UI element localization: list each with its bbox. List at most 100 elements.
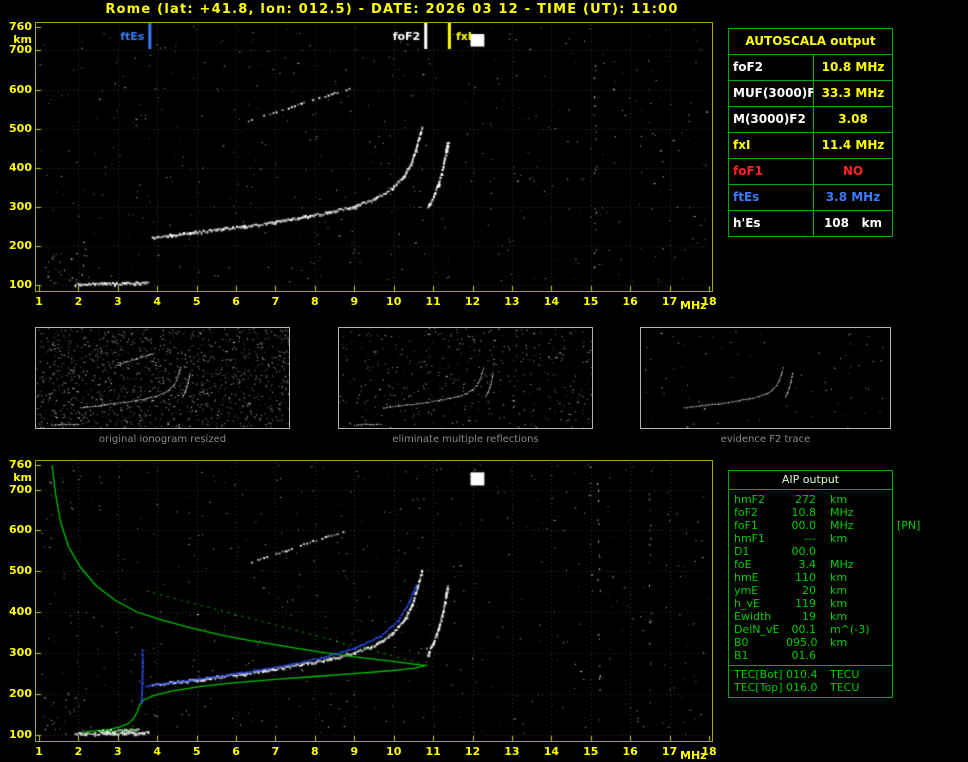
aip-parameter-label: foE bbox=[734, 558, 752, 571]
x-axis-unit-label: MHz bbox=[680, 749, 707, 762]
bottom-profile-plot bbox=[35, 460, 713, 742]
y-tick-label: 100 bbox=[9, 728, 32, 741]
autoscala-parameter-label: M(3000)F2 bbox=[729, 107, 814, 132]
y-tick-label: 400 bbox=[9, 605, 32, 619]
aip-parameter-value: 10.8 bbox=[791, 506, 817, 519]
aip-parameter-unit: TECU bbox=[830, 668, 860, 681]
autoscala-row: M(3000)F2 3.08 bbox=[729, 107, 892, 133]
aip-parameter-note: [PN] bbox=[897, 519, 921, 532]
autoscala-parameter-label: fxI bbox=[729, 133, 814, 158]
aip-parameter-label: B0 bbox=[734, 636, 749, 649]
aip-parameter-unit: MHz bbox=[830, 519, 854, 532]
aip-parameter-label: B1 bbox=[734, 649, 749, 662]
aip-panel: AIP output hmF2 272 km foF2 10.8 MHz foF1 00.0 M… bbox=[728, 470, 920, 698]
x-tick-label: 1 bbox=[35, 745, 43, 758]
autoscala-parameter-label: h'Es bbox=[729, 211, 814, 236]
y-tick-label: 200 bbox=[9, 238, 32, 252]
y-tick-label: 500 bbox=[9, 564, 32, 578]
y-tick-label: 600 bbox=[9, 523, 32, 537]
thumbnail-eliminate-canvas bbox=[339, 328, 592, 428]
x-tick-label: 16 bbox=[622, 295, 638, 308]
aip-parameter-value: 095.0 bbox=[786, 636, 818, 649]
aip-parameter-value: 016.0 bbox=[786, 681, 818, 694]
autoscala-rows: foF2 10.8 MHz MUF(3000)F2 33.3 MHz M(3000)F2… bbox=[729, 55, 892, 236]
y-axis-unit-label: km bbox=[13, 33, 32, 46]
x-tick-label: 15 bbox=[583, 295, 599, 308]
x-tick-label: 1 bbox=[35, 295, 43, 308]
x-tick-label: 2 bbox=[74, 295, 83, 308]
x-tick-label: 11 bbox=[425, 295, 441, 308]
thumbnail-caption: eliminate multiple reflections bbox=[392, 434, 539, 445]
station-title: Rome (lat: +41.8, lon: 012.5) - DATE: 20… bbox=[105, 2, 679, 17]
x-tick-label: 6 bbox=[232, 745, 240, 758]
aip-row: hmE 110 km bbox=[729, 571, 892, 584]
autoscala-parameter-value: 108 km bbox=[823, 216, 883, 230]
aip-header: AIP output bbox=[729, 471, 892, 490]
aip-parameter-value: 00.0 bbox=[791, 545, 817, 558]
autoscala-parameter-value: NO bbox=[842, 164, 864, 178]
x-tick-label: 12 bbox=[464, 745, 481, 758]
aip-parameter-label: ymE bbox=[734, 584, 759, 597]
autoscala-row: foF2 10.8 MHz bbox=[729, 55, 892, 81]
x-tick-label: 17 bbox=[661, 295, 678, 308]
thumbnail-original-canvas bbox=[36, 328, 289, 428]
autoscala-parameter-value: 3.08 bbox=[838, 112, 868, 126]
aip-parameter-unit: km bbox=[830, 584, 848, 597]
autoscala-parameter-label: ftEs bbox=[729, 185, 814, 210]
y-tick-label: 760 bbox=[9, 458, 32, 471]
x-tick-label: 4 bbox=[153, 295, 162, 308]
aip-row: hmF1 --- km bbox=[729, 532, 892, 545]
x-tick-label: 3 bbox=[113, 745, 122, 758]
y-tick-label: 700 bbox=[9, 43, 32, 57]
aip-parameter-unit: m^(-3) bbox=[830, 623, 870, 636]
top-ionogram-canvas bbox=[36, 23, 712, 291]
x-tick-label: 5 bbox=[192, 745, 201, 758]
aip-parameter-label: Ewidth bbox=[734, 610, 772, 623]
aip-parameter-value: --- bbox=[804, 532, 816, 545]
x-tick-label: 7 bbox=[271, 295, 280, 308]
aip-parameter-value: 110 bbox=[795, 571, 816, 584]
aip-parameter-label: h_vE bbox=[734, 597, 760, 610]
x-tick-label: 17 bbox=[661, 745, 678, 758]
x-tick-label: 6 bbox=[232, 295, 240, 308]
top-ionogram-plot bbox=[35, 22, 713, 292]
y-tick-label: 200 bbox=[9, 687, 32, 701]
aip-row: D1 00.0 bbox=[729, 545, 892, 558]
autoscala-row: fxI 11.4 MHz bbox=[729, 133, 892, 159]
aip-parameter-value: 272 bbox=[795, 493, 816, 506]
aip-row: B0 095.0 km bbox=[729, 636, 892, 649]
aip-parameter-label: D1 bbox=[734, 545, 750, 558]
aip-parameter-label: hmF2 bbox=[734, 493, 766, 506]
autoscala-parameter-value: 3.8 MHz bbox=[825, 190, 881, 204]
aip-rows: hmF2 272 km foF2 10.8 MHz foF1 00.0 MHz [PN] hmF1 -… bbox=[729, 493, 920, 662]
aip-parameter-unit: km bbox=[830, 571, 848, 584]
aip-parameter-value: 00.0 bbox=[791, 519, 817, 532]
x-tick-label: 14 bbox=[543, 745, 559, 758]
aip-parameter-label: hmF1 bbox=[734, 532, 766, 545]
autoscala-row: MUF(3000)F2 33.3 MHz bbox=[729, 81, 892, 107]
autoscala-row: foF1 NO bbox=[729, 159, 892, 185]
x-tick-label: 12 bbox=[464, 295, 481, 308]
aip-row: DelN_vE 00.1 m^(-3) bbox=[729, 623, 892, 636]
aip-row: hmF2 272 km bbox=[729, 493, 892, 506]
aip-parameter-value: 01.6 bbox=[791, 649, 817, 662]
aip-parameter-value: 119 bbox=[795, 597, 816, 610]
aip-row: B1 01.6 bbox=[729, 649, 892, 662]
y-tick-label: 400 bbox=[9, 160, 32, 174]
autoscala-parameter-label: MUF(3000)F2 bbox=[729, 81, 814, 106]
autoscala-parameter-label: foF2 bbox=[729, 55, 814, 80]
aip-parameter-unit: TECU bbox=[830, 681, 860, 694]
aip-parameter-unit bbox=[816, 545, 830, 558]
x-tick-label: 4 bbox=[153, 745, 162, 758]
aip-parameter-unit: km bbox=[830, 532, 848, 545]
aip-row: foE 3.4 MHz bbox=[729, 558, 892, 571]
x-tick-label: 10 bbox=[386, 295, 402, 308]
aip-parameter-label: foF1 bbox=[734, 519, 758, 532]
aip-row: TEC[Top] 016.0 TECU bbox=[729, 681, 892, 694]
aip-parameter-unit: km bbox=[830, 493, 848, 506]
thumbnail-caption: original ionogram resized bbox=[98, 434, 227, 445]
x-axis-unit-label: MHz bbox=[680, 299, 707, 312]
autoscala-parameter-value: 33.3 MHz bbox=[821, 86, 885, 100]
aip-row: TEC[Bot] 010.4 TECU bbox=[729, 668, 892, 681]
aip-parameter-unit: MHz bbox=[830, 506, 854, 519]
